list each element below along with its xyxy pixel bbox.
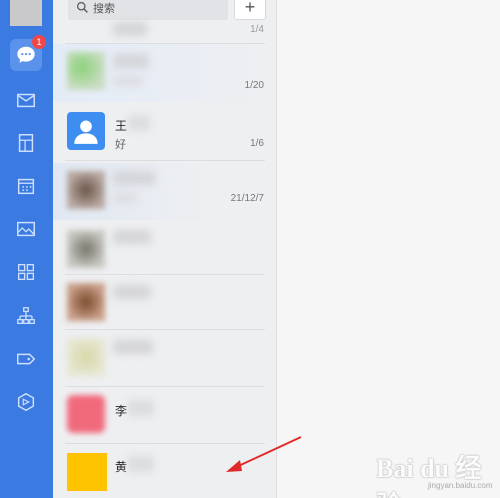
list-item[interactable]: 21/12/7 (53, 163, 276, 220)
contact-name: 李 (115, 404, 128, 418)
app-window: 1 搜索 + 1/4 1/20 王 好 1/6 21/12/7 李 黄 Bai … (0, 0, 500, 498)
list-item[interactable] (53, 330, 276, 387)
conversation-list: 搜索 + 1/4 1/20 王 好 1/6 21/12/7 李 黄 (53, 0, 277, 498)
calendar-icon (17, 178, 35, 195)
unread-badge: 1 (32, 35, 46, 49)
contact-avatar (67, 52, 105, 90)
nav-docs[interactable] (10, 127, 42, 159)
org-icon (17, 307, 35, 324)
list-item[interactable]: 黄 (53, 446, 276, 498)
watermark-url: jingyan.baidu.com (428, 481, 493, 490)
divider (65, 160, 265, 161)
conversation-pane (278, 0, 500, 498)
list-item[interactable]: 1/20 (53, 44, 276, 102)
search-placeholder: 搜索 (93, 2, 115, 15)
album-icon (17, 221, 35, 237)
list-item[interactable]: 1/4 (53, 22, 276, 44)
item-date: 1/20 (244, 80, 264, 91)
contact-avatar (67, 283, 105, 321)
contact-name: 王 (115, 119, 128, 133)
nav-apps[interactable] (10, 256, 42, 288)
document-icon (18, 134, 34, 152)
list-item[interactable] (53, 275, 276, 330)
watermark: Bai du 经验 jingyan.baidu.com (376, 448, 496, 498)
divider (65, 386, 265, 387)
add-button[interactable]: + (234, 0, 266, 20)
item-date: 1/4 (250, 24, 264, 35)
nav-organization[interactable] (10, 300, 42, 332)
apps-icon (17, 263, 35, 281)
contact-avatar (67, 230, 105, 268)
left-rail: 1 (0, 0, 53, 498)
mail-icon (17, 93, 35, 108)
list-item[interactable]: 李 (53, 389, 276, 444)
nav-workbench[interactable] (10, 386, 42, 418)
contact-avatar (67, 338, 105, 376)
contact-avatar (67, 171, 105, 209)
contact-avatar (67, 112, 105, 150)
tag-icon (17, 353, 36, 365)
nav-calendar[interactable] (10, 170, 42, 202)
item-date: 1/6 (250, 138, 264, 149)
list-item[interactable] (53, 220, 276, 275)
search-icon (77, 2, 88, 13)
contact-name: 黄 (115, 460, 128, 474)
nav-mail[interactable] (10, 84, 42, 116)
item-date: 21/12/7 (230, 193, 264, 204)
contact-avatar (67, 395, 105, 433)
last-message: 好 (115, 139, 126, 151)
contact-avatar (67, 453, 107, 491)
search-input[interactable]: 搜索 (68, 0, 228, 20)
list-item[interactable]: 王 好 1/6 (53, 104, 276, 161)
nav-chat[interactable]: 1 (10, 35, 46, 71)
person-icon (74, 120, 98, 144)
divider (65, 443, 265, 444)
user-avatar[interactable] (10, 0, 42, 26)
nav-tag[interactable] (10, 343, 42, 375)
cube-icon (17, 392, 35, 412)
nav-album[interactable] (10, 213, 42, 245)
watermark-logo: Bai du 经验 (376, 454, 482, 498)
